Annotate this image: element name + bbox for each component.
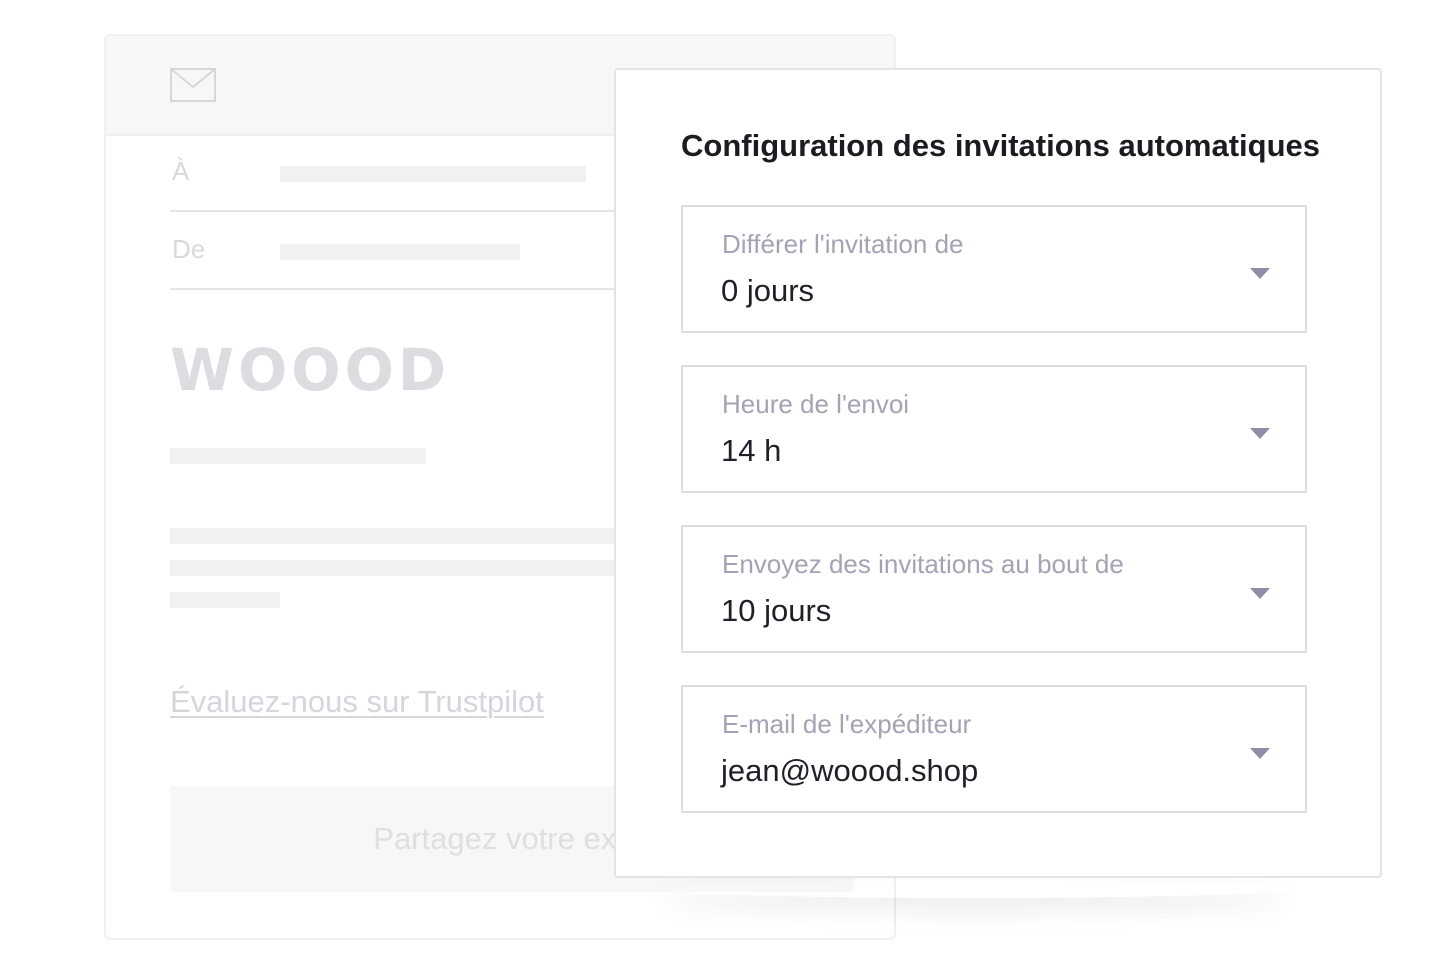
trustpilot-review-link[interactable]: Évaluez-nous sur Trustpilot bbox=[170, 684, 544, 720]
to-row: À bbox=[170, 134, 690, 212]
from-placeholder bbox=[280, 244, 520, 260]
send-after-value: 10 jours bbox=[721, 593, 832, 628]
invitation-delay-value: 0 jours bbox=[721, 273, 815, 308]
automatic-invitations-panel: Configuration des invitations automatiqu… bbox=[614, 68, 1382, 878]
chevron-down-icon[interactable] bbox=[1250, 748, 1270, 759]
text-placeholder bbox=[170, 448, 426, 464]
envelope-icon bbox=[170, 68, 216, 102]
send-time-select[interactable]: Heure de l'envoi 14 h bbox=[681, 365, 1307, 493]
sender-email-label: E-mail de l'expéditeur bbox=[722, 709, 972, 739]
chevron-down-icon[interactable] bbox=[1250, 428, 1270, 439]
sender-email-select[interactable]: E-mail de l'expéditeur jean@woood.shop bbox=[681, 685, 1307, 813]
brand-logo: WOOOD bbox=[170, 336, 451, 404]
chevron-down-icon[interactable] bbox=[1250, 268, 1270, 279]
text-placeholder bbox=[170, 592, 280, 608]
from-row: De bbox=[170, 212, 690, 290]
send-after-label: Envoyez des invitations au bout de bbox=[722, 549, 1124, 579]
invitation-delay-select[interactable]: Différer l'invitation de 0 jours bbox=[681, 205, 1307, 333]
chevron-down-icon[interactable] bbox=[1250, 588, 1270, 599]
to-placeholder bbox=[280, 166, 586, 182]
send-time-label: Heure de l'envoi bbox=[722, 389, 910, 419]
to-label: À bbox=[172, 156, 190, 186]
from-label: De bbox=[172, 234, 206, 264]
send-after-select[interactable]: Envoyez des invitations au bout de 10 jo… bbox=[681, 525, 1307, 653]
send-time-value: 14 h bbox=[721, 433, 782, 468]
panel-shadow bbox=[660, 880, 1290, 898]
stage: À De WOOOD Évaluez-nous sur Trustpilot P… bbox=[0, 0, 1430, 976]
panel-title: Configuration des invitations automatiqu… bbox=[681, 128, 1320, 163]
sender-email-value: jean@woood.shop bbox=[721, 753, 979, 788]
invitation-delay-label: Différer l'invitation de bbox=[722, 229, 964, 259]
